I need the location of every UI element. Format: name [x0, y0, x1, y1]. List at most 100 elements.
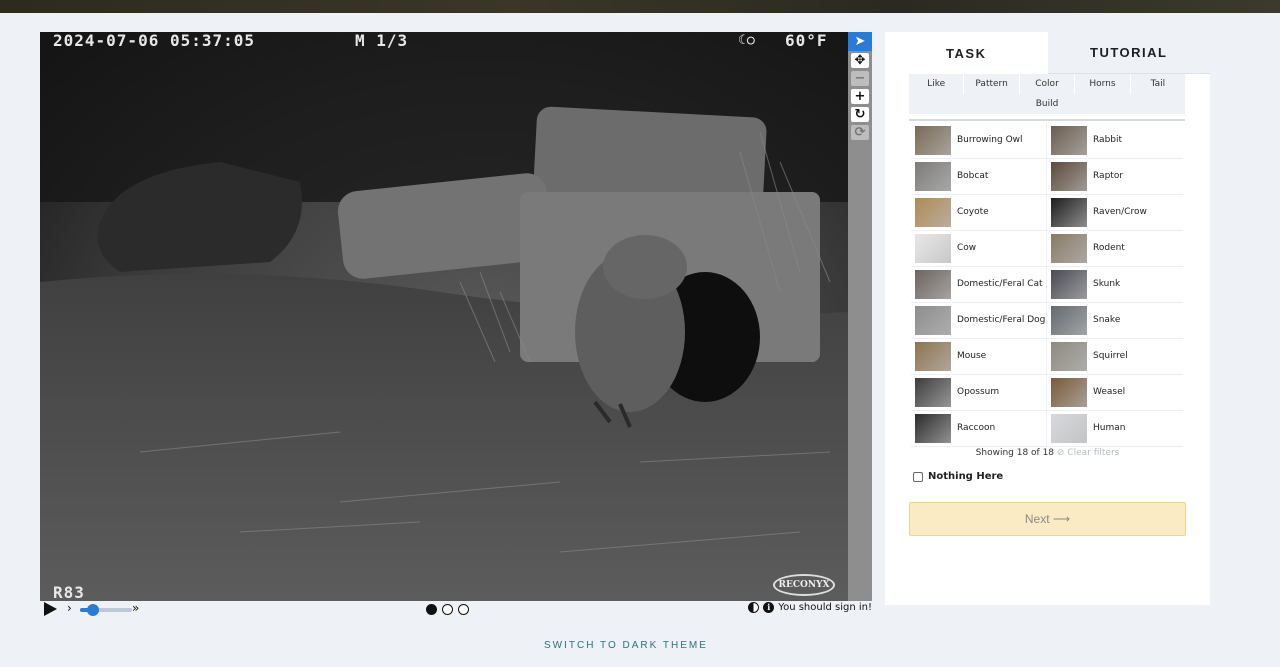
- invert-colors-icon[interactable]: [748, 602, 760, 613]
- species-choice-squirrel[interactable]: Squirrel: [1047, 339, 1183, 375]
- play-icon[interactable]: [44, 602, 57, 616]
- slower-icon[interactable]: ›: [67, 601, 72, 615]
- species-choice-human[interactable]: Human: [1047, 411, 1183, 447]
- species-thumbnail: [1051, 234, 1087, 263]
- species-label: Mouse: [957, 351, 987, 361]
- panel-tabs: TASK TUTORIAL: [885, 32, 1210, 74]
- species-thumbnail: [915, 306, 951, 335]
- species-label: Bobcat: [957, 171, 989, 181]
- tab-task[interactable]: TASK: [885, 32, 1048, 74]
- species-choice-raptor[interactable]: Raptor: [1047, 159, 1183, 195]
- species-thumbnail: [1051, 270, 1087, 299]
- classifier-panel: TASK TUTORIAL Like Pattern Color Horns T…: [885, 32, 1210, 605]
- species-label: Coyote: [957, 207, 989, 217]
- pointer-icon[interactable]: ➤: [848, 32, 872, 51]
- speed-slider-knob[interactable]: [87, 604, 99, 616]
- species-choice-raccoon[interactable]: Raccoon: [911, 411, 1047, 447]
- species-choice-raven-crow[interactable]: Raven/Crow: [1047, 195, 1183, 231]
- species-label: Skunk: [1093, 279, 1121, 289]
- species-label: Squirrel: [1093, 351, 1128, 361]
- playback-controls: › » i You should sign in!: [40, 601, 872, 619]
- subject-image-viewer[interactable]: 2024-07-06 05:37:05 M 1/3 ☾○ 60°F R83 RE…: [40, 32, 848, 601]
- moon-phase-icon: ☾○: [738, 33, 756, 48]
- species-label: Burrowing Owl: [957, 135, 1023, 145]
- reconyx-logo: RECONYX: [773, 574, 835, 596]
- species-thumbnail: [915, 198, 951, 227]
- species-thumbnail: [915, 162, 951, 191]
- zoom-out-icon[interactable]: −: [851, 71, 869, 86]
- camera-frame-indicator: M 1/3: [355, 32, 409, 50]
- species-label: Snake: [1093, 315, 1121, 325]
- species-choice-domestic-feral-dog[interactable]: Domestic/Feral Dog: [911, 303, 1047, 339]
- species-choice-burrowing-owl[interactable]: Burrowing Owl: [911, 123, 1047, 159]
- showing-count: Showing 18 of 18 ⊘ Clear filters: [885, 448, 1210, 458]
- showing-text: Showing 18 of 18: [975, 448, 1055, 458]
- characteristic-filters: Like Pattern Color Horns Tail Build: [909, 74, 1185, 114]
- species-choice-grid: Burrowing Owl Rabbit Bobcat Raptor Coyote Rav…: [911, 123, 1183, 447]
- species-label: Domestic/Feral Cat: [957, 279, 1043, 289]
- filter-color[interactable]: Color: [1020, 74, 1076, 94]
- species-choice-skunk[interactable]: Skunk: [1047, 267, 1183, 303]
- species-label: Raptor: [1093, 171, 1124, 181]
- species-label: Cow: [957, 243, 977, 253]
- frame-dot-2[interactable]: [442, 604, 453, 615]
- image-toolbar: ➤ ✥ − + ↻ ⟳: [848, 32, 872, 601]
- species-choice-mouse[interactable]: Mouse: [911, 339, 1047, 375]
- species-choice-opossum[interactable]: Opossum: [911, 375, 1047, 411]
- faster-icon[interactable]: »: [132, 601, 139, 615]
- camera-trap-photo: [40, 32, 848, 601]
- camera-timestamp: 2024-07-06 05:37:05: [53, 32, 256, 50]
- top-banner-strip: [0, 0, 1280, 13]
- move-icon[interactable]: ✥: [851, 53, 869, 68]
- species-thumbnail: [915, 126, 951, 155]
- species-label: Weasel: [1093, 387, 1126, 397]
- species-label: Rodent: [1093, 243, 1125, 253]
- species-thumbnail: [915, 234, 951, 263]
- rotate-icon[interactable]: ↻: [851, 107, 869, 122]
- species-choice-domestic-feral-cat[interactable]: Domestic/Feral Cat: [911, 267, 1047, 303]
- camera-id: R83: [53, 583, 85, 601]
- species-choice-weasel[interactable]: Weasel: [1047, 375, 1183, 411]
- species-choice-rabbit[interactable]: Rabbit: [1047, 123, 1183, 159]
- species-thumbnail: [915, 342, 951, 371]
- next-button[interactable]: Next ⟶: [909, 502, 1186, 536]
- species-choice-rodent[interactable]: Rodent: [1047, 231, 1183, 267]
- species-thumbnail: [1051, 162, 1087, 191]
- species-thumbnail: [1051, 342, 1087, 371]
- nothing-here-label: Nothing Here: [928, 471, 1004, 482]
- species-thumbnail: [1051, 198, 1087, 227]
- nothing-here-option[interactable]: Nothing Here: [913, 471, 1003, 482]
- speed-slider[interactable]: [80, 604, 132, 616]
- species-thumbnail: [1051, 126, 1087, 155]
- species-label: Rabbit: [1093, 135, 1123, 145]
- species-thumbnail: [915, 378, 951, 407]
- species-choice-coyote[interactable]: Coyote: [911, 195, 1047, 231]
- species-thumbnail: [1051, 414, 1087, 443]
- info-icon[interactable]: i: [763, 602, 775, 613]
- species-label: Opossum: [957, 387, 1000, 397]
- species-thumbnail: [915, 270, 951, 299]
- clear-filters-link[interactable]: ⊘ Clear filters: [1057, 448, 1119, 458]
- species-label: Human: [1093, 423, 1126, 433]
- frame-dot-3[interactable]: [458, 604, 469, 615]
- species-choice-snake[interactable]: Snake: [1047, 303, 1183, 339]
- species-choice-bobcat[interactable]: Bobcat: [911, 159, 1047, 195]
- camera-temperature: 60°F: [785, 32, 828, 50]
- filter-like[interactable]: Like: [909, 74, 965, 94]
- species-label: Raccoon: [957, 423, 996, 433]
- zoom-in-icon[interactable]: +: [851, 89, 869, 104]
- nothing-here-checkbox[interactable]: [913, 471, 923, 482]
- filter-divider: [909, 119, 1185, 121]
- filter-pattern[interactable]: Pattern: [964, 74, 1020, 94]
- species-label: Domestic/Feral Dog: [957, 315, 1046, 325]
- viewer-info: i You should sign in!: [748, 602, 872, 613]
- reset-icon[interactable]: ⟳: [851, 125, 869, 140]
- frame-dot-1[interactable]: [426, 604, 437, 615]
- filter-tail[interactable]: Tail: [1131, 74, 1185, 94]
- filter-horns[interactable]: Horns: [1075, 74, 1131, 94]
- filter-build[interactable]: Build: [909, 94, 1185, 114]
- tab-tutorial[interactable]: TUTORIAL: [1047, 32, 1210, 74]
- frame-dots: [426, 604, 469, 615]
- species-choice-cow[interactable]: Cow: [911, 231, 1047, 267]
- switch-dark-theme-link[interactable]: SWITCH TO DARK THEME: [544, 640, 708, 651]
